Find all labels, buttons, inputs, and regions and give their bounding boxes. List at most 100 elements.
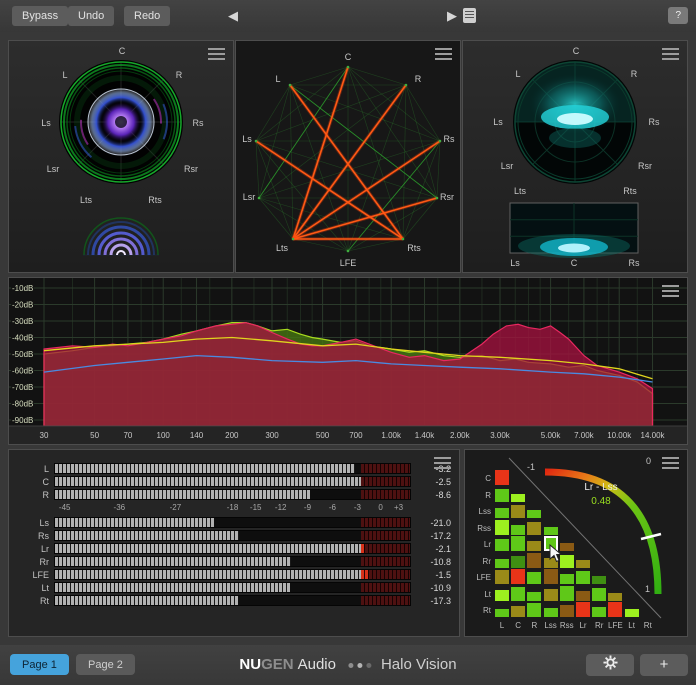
redo-button[interactable]: Redo <box>124 6 170 26</box>
meter-bar <box>54 530 411 541</box>
matrix-cell[interactable] <box>511 525 525 535</box>
brand-audio: Audio <box>298 656 336 673</box>
freq-axis-label: 3.00k <box>490 431 511 440</box>
brand-dots <box>346 656 373 673</box>
panel-menu-icon[interactable] <box>208 48 225 60</box>
matrix-cell[interactable] <box>495 590 509 601</box>
matrix-cell[interactable] <box>511 587 525 601</box>
matrix-row-label: Rr <box>467 557 491 567</box>
web-node <box>292 238 295 241</box>
freq-axis-label: 300 <box>265 431 279 440</box>
matrix-cell[interactable] <box>527 541 541 551</box>
matrix-cell[interactable] <box>527 592 541 601</box>
channel-label: R <box>176 70 183 80</box>
meter-scale-tick: -18 <box>227 503 239 512</box>
matrix-cell[interactable] <box>511 606 525 617</box>
matrix-cell[interactable] <box>511 505 525 518</box>
gauge-min-label: -1 <box>527 462 535 472</box>
skip-back-icon[interactable]: ◀ <box>228 7 238 25</box>
matrix-cell[interactable] <box>495 508 509 518</box>
matrix-cell[interactable] <box>527 603 541 617</box>
meter-value: -8.6 <box>411 490 451 500</box>
meter-scale-tick: 0 <box>378 503 382 512</box>
panel-menu-icon[interactable] <box>434 457 451 469</box>
matrix-cell[interactable] <box>511 494 525 502</box>
panel-menu-icon[interactable] <box>662 48 679 60</box>
web-link <box>256 141 259 198</box>
matrix-cell[interactable] <box>495 559 509 568</box>
bypass-button[interactable]: Bypass <box>12 6 68 26</box>
matrix-cell[interactable] <box>495 609 509 617</box>
matrix-cell[interactable] <box>576 602 590 617</box>
spectrum-graphic: 3050701001402003005007001.00k1.40k2.00k3… <box>9 278 687 444</box>
matrix-cell[interactable] <box>576 571 590 584</box>
matrix-cell[interactable] <box>544 608 558 617</box>
channel-label: Ls <box>493 117 503 127</box>
matrix-cell[interactable] <box>495 539 509 551</box>
matrix-cell[interactable] <box>560 574 574 584</box>
gauge-max-label: 1 <box>645 584 650 594</box>
height-channel-label: Lts <box>80 195 92 205</box>
brand-product: Halo Vision <box>381 656 457 673</box>
matrix-cell[interactable] <box>511 569 525 584</box>
matrix-cell[interactable] <box>544 589 558 601</box>
log-list-icon[interactable] <box>463 8 476 23</box>
play-icon[interactable]: ▶ <box>447 7 457 25</box>
matrix-cell[interactable] <box>495 520 509 535</box>
matrix-cell[interactable] <box>576 560 590 568</box>
freq-axis-label: 1.40k <box>415 431 436 440</box>
meter-bar <box>54 569 411 580</box>
panel-menu-icon[interactable] <box>662 285 679 297</box>
db-axis-label: -50dB <box>12 350 33 359</box>
matrix-cell[interactable] <box>495 470 509 485</box>
meter-bar <box>54 517 411 528</box>
height-channel-label: Lts <box>514 186 526 196</box>
matrix-cell[interactable] <box>608 593 622 601</box>
correlation-web-panel: CLRLsRsLsrRsrLtsRtsLFE <box>235 40 461 273</box>
channel-label: C <box>573 46 580 56</box>
matrix-cell[interactable] <box>608 602 622 617</box>
matrix-cell[interactable] <box>527 522 541 535</box>
matrix-readout-value: 0.48 <box>551 496 651 507</box>
matrix-cell[interactable] <box>544 527 558 535</box>
toolbar: Bypass Undo Redo ◀ ▶ ? <box>0 0 696 32</box>
matrix-cell[interactable] <box>560 586 574 601</box>
matrix-cell[interactable] <box>495 570 509 584</box>
meter-channel-label: Rr <box>19 557 54 567</box>
matrix-cell[interactable] <box>527 553 541 568</box>
matrix-cell[interactable] <box>625 609 639 617</box>
height-channel-label: Rts <box>623 186 637 196</box>
matrix-cell[interactable] <box>511 536 525 551</box>
meter-channel-label: LFE <box>19 570 54 580</box>
panel-menu-icon[interactable] <box>662 457 679 469</box>
meter-scale-tick: -9 <box>304 503 311 512</box>
freq-axis-label: 1.00k <box>381 431 402 440</box>
height-channel-label: Rts <box>148 195 162 205</box>
web-link <box>256 141 437 198</box>
matrix-cell[interactable] <box>511 556 525 568</box>
panel-menu-icon[interactable] <box>435 48 452 60</box>
matrix-cell[interactable] <box>527 572 541 584</box>
freq-axis-label: 100 <box>157 431 171 440</box>
freq-axis-label: 70 <box>123 431 132 440</box>
halo-vision-window: Bypass Undo Redo ◀ ▶ ? <box>0 0 696 685</box>
settings-button[interactable] <box>586 654 634 676</box>
matrix-cell[interactable] <box>592 588 606 601</box>
web-link <box>259 67 348 198</box>
page2-button[interactable]: Page 2 <box>76 654 135 675</box>
matrix-cell[interactable] <box>560 605 574 617</box>
spectrum-analyzer-panel: 3050701001402003005007001.00k1.40k2.00k3… <box>8 277 688 445</box>
meter-value: -2.5 <box>411 477 451 487</box>
add-panel-button[interactable]: + <box>640 654 688 676</box>
matrix-cell[interactable] <box>576 591 590 601</box>
matrix-cell[interactable] <box>527 510 541 518</box>
matrix-row-label: Lt <box>467 590 491 600</box>
matrix-cell[interactable] <box>592 576 606 584</box>
matrix-cell[interactable] <box>592 607 606 617</box>
undo-button[interactable]: Undo <box>68 6 114 26</box>
matrix-cell[interactable] <box>495 489 509 502</box>
page1-button[interactable]: Page 1 <box>10 654 69 675</box>
matrix-cell[interactable] <box>544 569 558 584</box>
help-button[interactable]: ? <box>668 7 688 24</box>
meter-bar <box>54 595 411 606</box>
